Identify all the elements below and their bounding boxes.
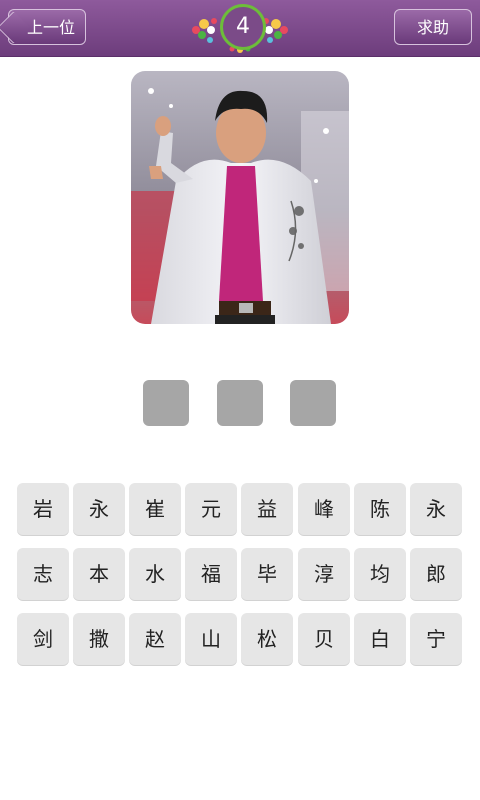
answer-slot[interactable] xyxy=(143,380,189,426)
character-key[interactable]: 贝 xyxy=(298,613,350,665)
level-number: 4 xyxy=(220,4,266,50)
character-key[interactable]: 永 xyxy=(73,483,125,535)
character-key[interactable]: 崔 xyxy=(129,483,181,535)
character-key[interactable]: 岩 xyxy=(17,483,69,535)
character-key[interactable]: 元 xyxy=(185,483,237,535)
character-key[interactable]: 陈 xyxy=(354,483,406,535)
character-key[interactable]: 郎 xyxy=(410,548,462,600)
level-badge: 4 xyxy=(186,2,294,54)
character-key[interactable]: 本 xyxy=(73,548,125,600)
character-key[interactable]: 淳 xyxy=(298,548,350,600)
character-key[interactable]: 均 xyxy=(354,548,406,600)
top-bar: 上一位 4 求助 xyxy=(0,0,480,57)
character-key[interactable]: 赵 xyxy=(129,613,181,665)
character-key[interactable]: 松 xyxy=(241,613,293,665)
character-key[interactable]: 山 xyxy=(185,613,237,665)
help-button[interactable]: 求助 xyxy=(394,9,472,45)
character-key[interactable]: 益 xyxy=(241,483,293,535)
answer-slot[interactable] xyxy=(290,380,336,426)
celebrity-photo xyxy=(131,71,349,324)
character-key[interactable]: 白 xyxy=(354,613,406,665)
character-key[interactable]: 毕 xyxy=(241,548,293,600)
previous-button[interactable]: 上一位 xyxy=(8,9,86,45)
character-key[interactable]: 撒 xyxy=(73,613,125,665)
character-key[interactable]: 福 xyxy=(185,548,237,600)
character-key[interactable]: 水 xyxy=(129,548,181,600)
character-key[interactable]: 宁 xyxy=(410,613,462,665)
character-key[interactable]: 永 xyxy=(410,483,462,535)
character-key[interactable]: 峰 xyxy=(298,483,350,535)
character-key[interactable]: 志 xyxy=(17,548,69,600)
character-key[interactable]: 剑 xyxy=(17,613,69,665)
portrait-image xyxy=(131,71,349,324)
previous-button-label: 上一位 xyxy=(26,18,75,37)
answer-slot[interactable] xyxy=(217,380,263,426)
